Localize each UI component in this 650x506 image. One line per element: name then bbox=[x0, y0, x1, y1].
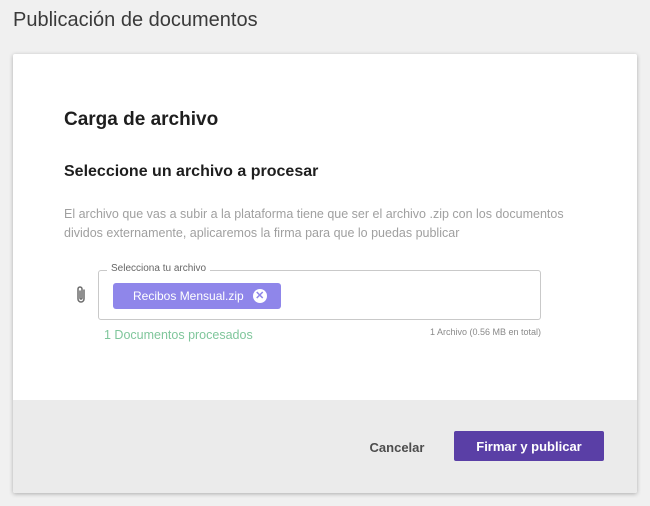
file-chip-name: Recibos Mensual.zip bbox=[133, 289, 244, 303]
upload-card: Carga de archivo Seleccione un archivo a… bbox=[13, 54, 637, 493]
file-upload-label: Selecciona tu archivo bbox=[107, 263, 211, 274]
close-circle-icon[interactable]: ✕ bbox=[252, 289, 267, 303]
card-footer: Cancelar Firmar y publicar bbox=[13, 400, 637, 493]
documents-processed-status: 1 Documentos procesados bbox=[104, 328, 253, 342]
file-count-summary: 1 Archivo (0.56 MB en total) bbox=[429, 327, 541, 337]
cancel-button[interactable]: Cancelar bbox=[358, 432, 436, 462]
file-chip: Recibos Mensual.zip ✕ bbox=[113, 283, 281, 309]
sign-and-publish-button[interactable]: Firmar y publicar bbox=[454, 431, 604, 461]
documents-processed-text: Documentos procesados bbox=[110, 328, 253, 342]
page-title: Publicación de documentos bbox=[13, 9, 258, 31]
file-upload-field[interactable]: Selecciona tu archivo Recibos Mensual.zi… bbox=[98, 263, 541, 320]
card-description: El archivo que vas a subir a la platafor… bbox=[64, 207, 564, 240]
paperclip-icon[interactable] bbox=[74, 285, 88, 305]
documents-processed-count: 1 bbox=[104, 328, 111, 342]
card-subtitle: Seleccione un archivo a procesar bbox=[64, 163, 319, 180]
card-title: Carga de archivo bbox=[64, 109, 219, 130]
